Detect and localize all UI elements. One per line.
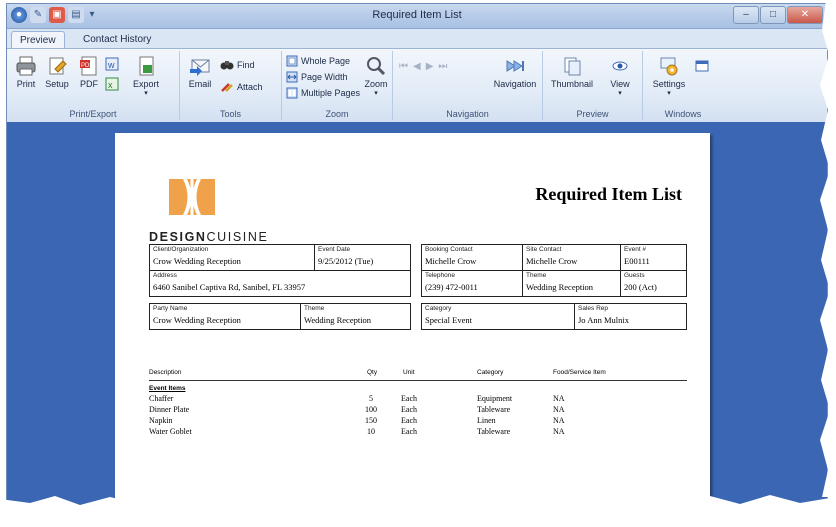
torn-edge-decoration	[0, 0, 836, 527]
